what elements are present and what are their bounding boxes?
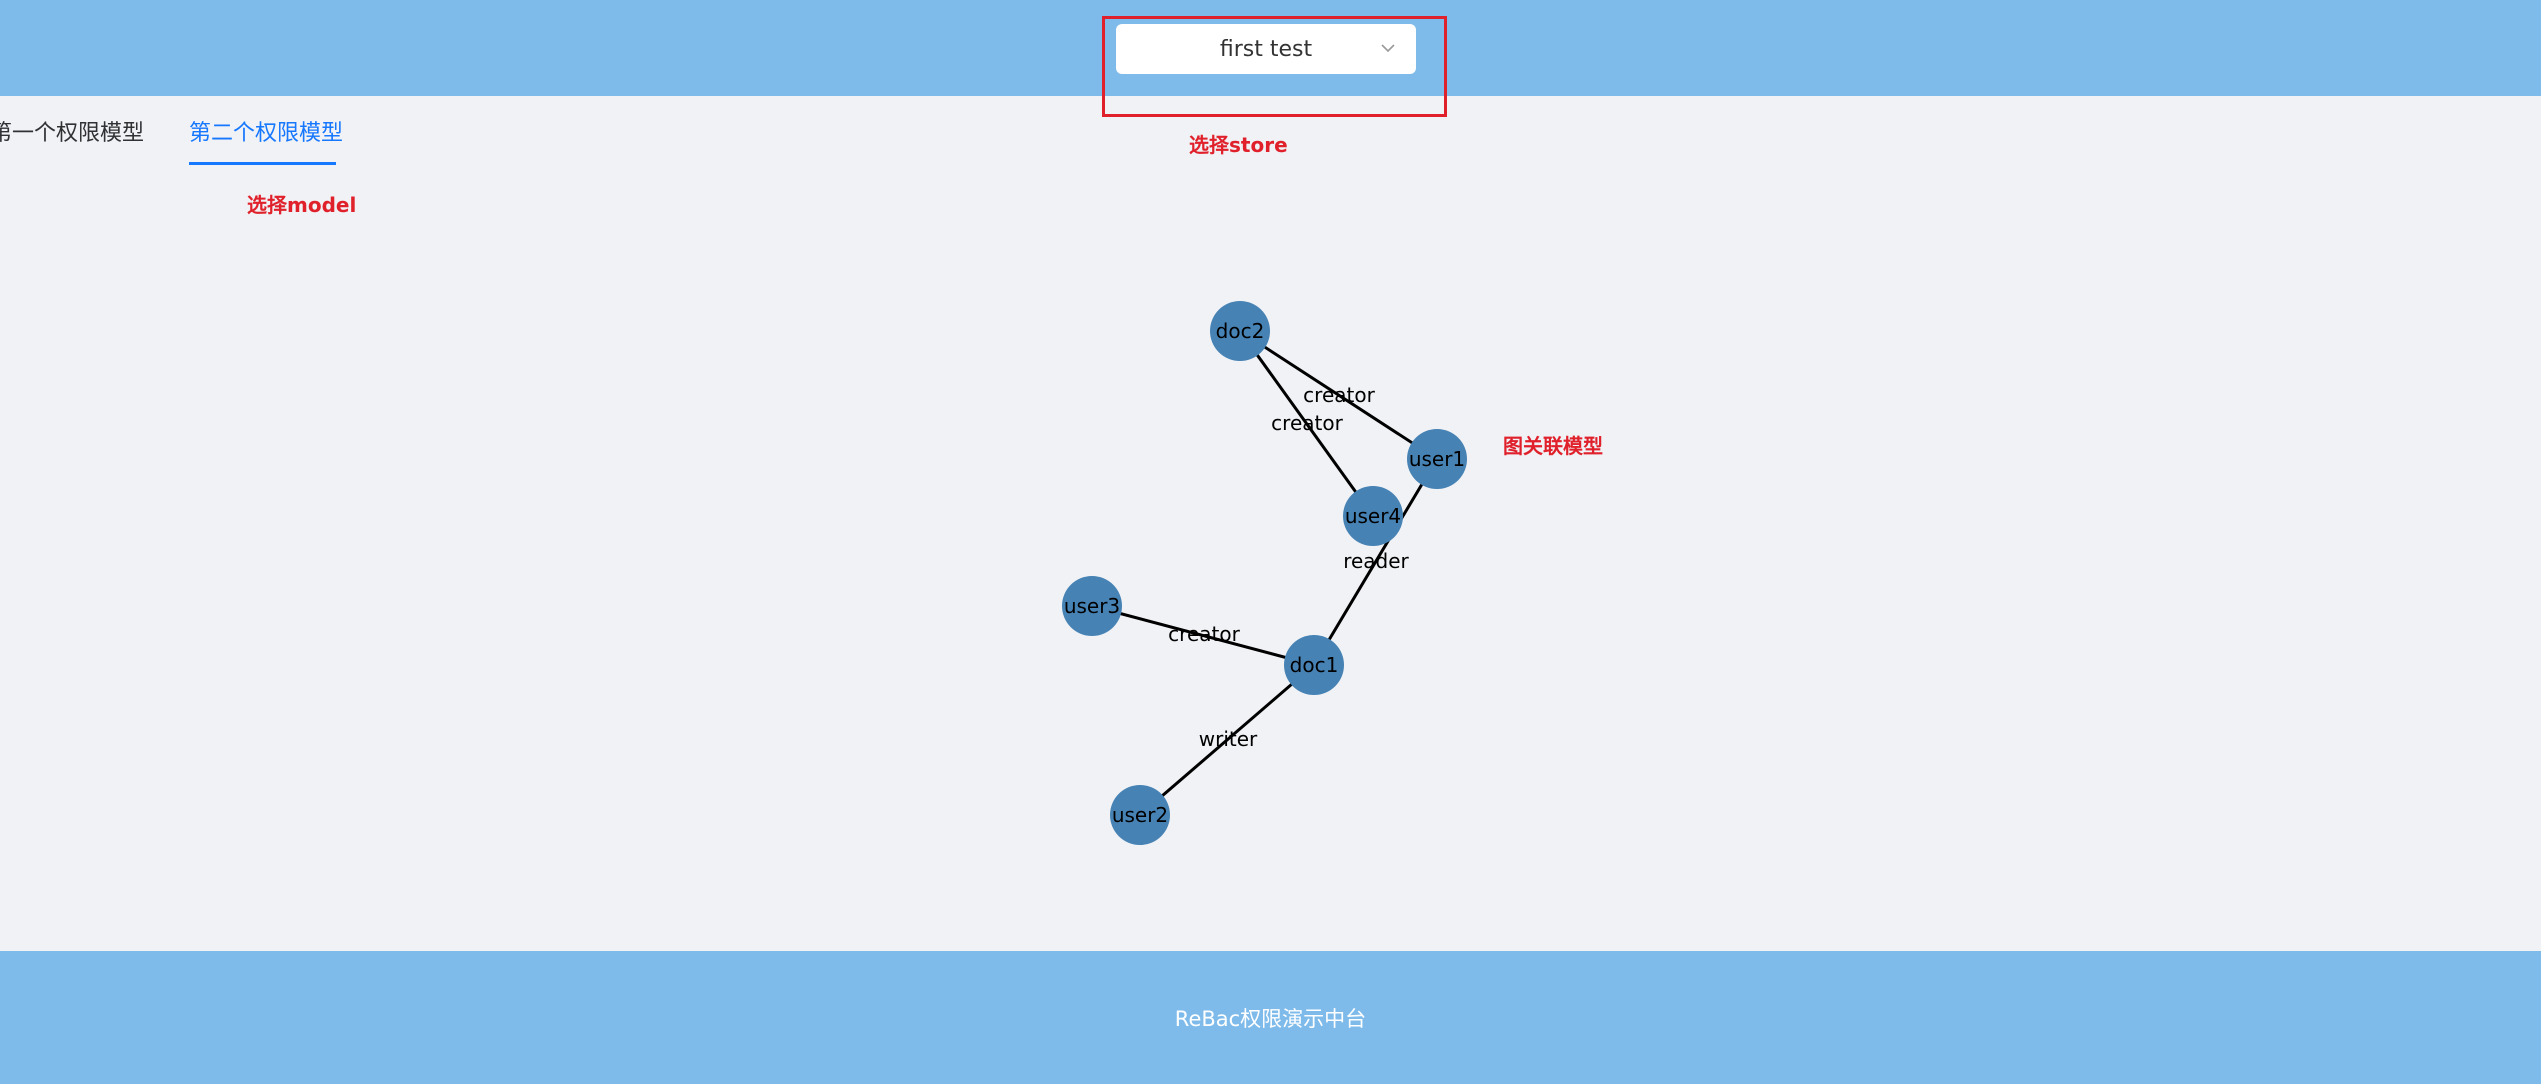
edge-label-user1-doc1: reader bbox=[1343, 549, 1409, 573]
graph-edges bbox=[1091, 329, 1439, 817]
graph-node-user2[interactable]: user2 bbox=[1110, 785, 1170, 845]
graph-edge-labels: creator creator reader creator writer bbox=[1168, 383, 1409, 751]
node-label-user3: user3 bbox=[1064, 594, 1120, 618]
footer-title: ReBac权限演示中台 bbox=[1174, 1006, 1367, 1031]
relation-graph: creator creator reader creator writer do… bbox=[1062, 301, 1467, 845]
graph-node-doc2[interactable]: doc2 bbox=[1210, 301, 1270, 361]
node-label-user1: user1 bbox=[1409, 447, 1465, 471]
edge-label-user2-doc1: writer bbox=[1199, 727, 1258, 751]
page: first test 选择store 第一个权限模型 第二个权限模型 选择mod… bbox=[0, 0, 2541, 1084]
edge-label-doc2-user1: creator bbox=[1303, 383, 1375, 407]
graph-node-user1[interactable]: user1 bbox=[1407, 429, 1467, 489]
graph-node-user3[interactable]: user3 bbox=[1062, 576, 1122, 636]
node-label-user2: user2 bbox=[1112, 803, 1168, 827]
node-label-doc1: doc1 bbox=[1290, 653, 1339, 677]
edge-label-doc2-user4: creator bbox=[1271, 411, 1343, 435]
node-label-doc2: doc2 bbox=[1216, 319, 1265, 343]
graph-nodes: doc2 user1 user4 user3 doc1 user2 bbox=[1062, 301, 1467, 845]
footer-bar: ReBac权限演示中台 bbox=[0, 951, 2541, 1084]
graph-model-annotation: 图关联模型 bbox=[1503, 434, 1603, 458]
node-label-user4: user4 bbox=[1345, 504, 1401, 528]
graph-node-user4[interactable]: user4 bbox=[1343, 486, 1403, 546]
graph-node-doc1[interactable]: doc1 bbox=[1284, 635, 1344, 695]
edge-label-user3-doc1: creator bbox=[1168, 622, 1240, 646]
